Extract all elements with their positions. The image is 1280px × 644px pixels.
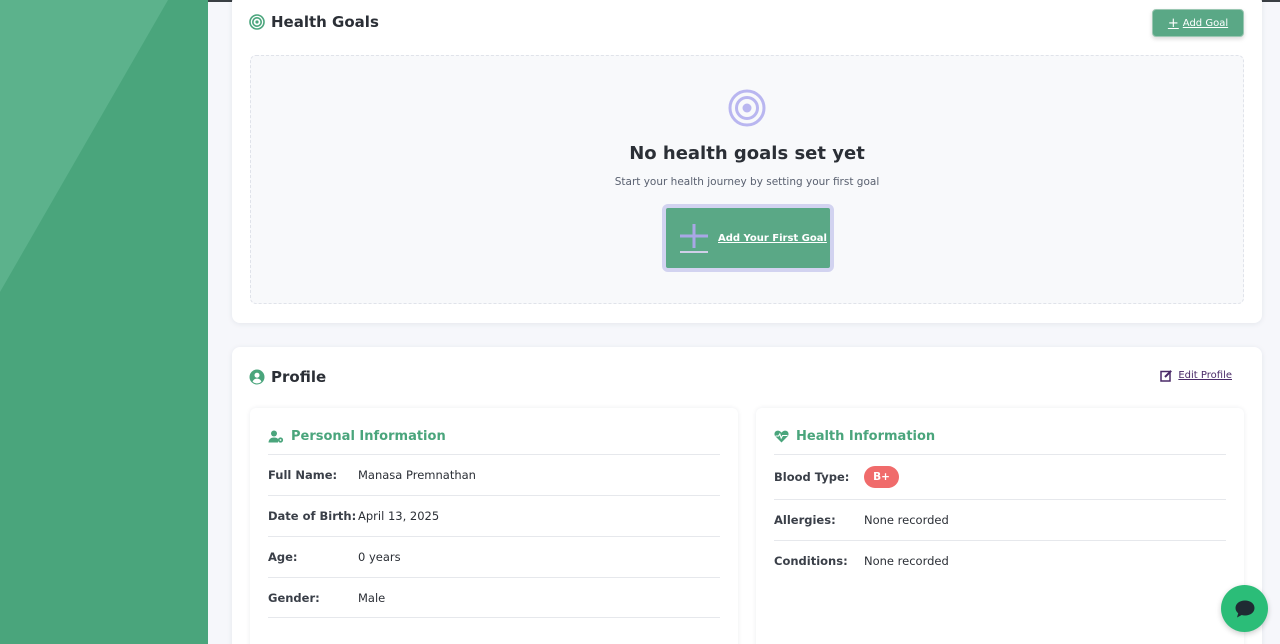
- field-label: Allergies:: [774, 513, 836, 527]
- empty-state-subtitle: Start your health journey by setting you…: [614, 176, 880, 188]
- user-circle-icon: [249, 369, 265, 385]
- health-goals-card: Health Goals + Add Goal No health goals …: [232, 0, 1262, 323]
- empty-state-title: No health goals set yet: [629, 143, 865, 164]
- add-first-goal-label: Add Your First Goal: [718, 232, 827, 244]
- main-content: Health Goals + Add Goal No health goals …: [208, 0, 1280, 644]
- field-date-of-birth: Date of Birth: April 13, 2025: [268, 495, 720, 536]
- field-value: None recorded: [864, 513, 949, 527]
- edit-profile-label: Edit Profile: [1178, 370, 1232, 381]
- target-icon: [249, 14, 265, 30]
- chat-button[interactable]: [1221, 585, 1268, 632]
- plus-icon: +: [1167, 15, 1179, 31]
- field-conditions: Conditions: None recorded: [774, 540, 1226, 581]
- health-goals-header: Health Goals: [249, 13, 379, 31]
- health-goals-title: Health Goals: [271, 13, 379, 31]
- health-information-list: Blood Type: B+ Allergies: None recorded …: [774, 454, 1226, 581]
- field-allergies: Allergies: None recorded: [774, 499, 1226, 540]
- field-label: Age:: [268, 550, 298, 564]
- field-gender: Gender: Male: [268, 577, 720, 618]
- field-value: April 13, 2025: [358, 509, 440, 523]
- add-first-goal-button[interactable]: Add Your First Goal: [662, 204, 834, 272]
- personal-information-header: Personal Information: [268, 429, 446, 444]
- add-goal-label: Add Goal: [1182, 17, 1229, 29]
- sidebar: [0, 0, 208, 644]
- profile-header: Profile: [249, 368, 326, 386]
- target-icon: [728, 89, 766, 127]
- add-goal-button[interactable]: + Add Goal: [1152, 9, 1244, 37]
- profile-card: Profile Edit Profile Personal Informatio…: [232, 347, 1262, 644]
- blood-type-badge: B+: [864, 466, 899, 488]
- health-information-header: Health Information: [774, 429, 935, 444]
- goals-empty-state: No health goals set yet Start your healt…: [250, 55, 1244, 304]
- field-age: Age: 0 years: [268, 536, 720, 577]
- field-label: Gender:: [268, 590, 320, 605]
- field-label: Full Name:: [268, 468, 338, 482]
- field-value: Male: [358, 590, 386, 605]
- plus-icon: [680, 224, 708, 253]
- sidebar-decoration: [0, 0, 168, 292]
- field-value: None recorded: [864, 554, 949, 568]
- field-blood-type: Blood Type: B+: [774, 454, 1226, 499]
- chat-bubble-icon: [1235, 600, 1254, 617]
- field-label: Date of Birth:: [268, 509, 357, 523]
- heart-pulse-icon: [774, 430, 789, 443]
- field-label: Blood Type:: [774, 470, 850, 484]
- field-full-name: Full Name: Manasa Premnathan: [268, 454, 720, 495]
- edit-icon: [1160, 370, 1173, 382]
- profile-title: Profile: [271, 368, 327, 386]
- personal-information-title: Personal Information: [291, 429, 446, 444]
- edit-profile-button[interactable]: Edit Profile: [1160, 369, 1232, 382]
- personal-information-card: Personal Information Full Name: Manasa P…: [250, 408, 738, 644]
- field-value: Manasa Premnathan: [358, 468, 476, 482]
- health-information-card: Health Information Blood Type: B+ Allerg…: [756, 408, 1244, 644]
- field-value: 0 years: [358, 550, 401, 564]
- user-gear-icon: [268, 430, 284, 443]
- field-label: Conditions:: [774, 554, 848, 568]
- health-information-title: Health Information: [796, 429, 936, 444]
- personal-information-list: Full Name: Manasa Premnathan Date of Bir…: [268, 454, 720, 618]
